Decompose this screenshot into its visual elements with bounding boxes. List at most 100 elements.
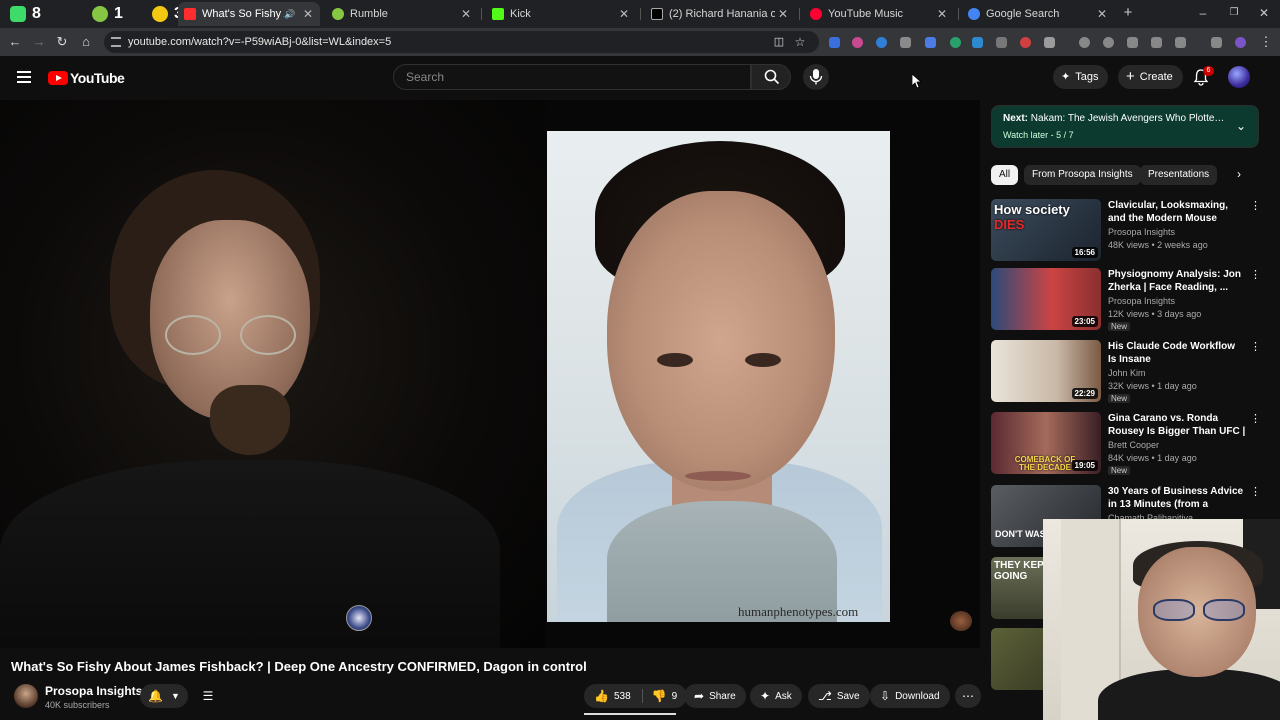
recommendation-item[interactable]: COMEBACK OF THE DECADE 19:05 Gina Carano… [991, 412, 1261, 475]
ask-label: Ask [775, 690, 792, 702]
tab-close-icon[interactable]: ✕ [616, 7, 632, 21]
tab-close-icon[interactable]: ✕ [458, 7, 474, 21]
download-button[interactable]: ⇩ Download [870, 684, 950, 708]
tab-pinned-rumble[interactable]: 1 [86, 2, 126, 26]
account-avatar[interactable] [1228, 66, 1250, 88]
tab-rumble[interactable]: Rumble ✕ [326, 2, 478, 26]
more-vertical-icon[interactable]: ⋮ [1250, 268, 1261, 281]
reload-icon[interactable]: ↻ [54, 34, 70, 50]
kick-favicon-icon [492, 8, 504, 20]
downloads-icon[interactable] [1211, 37, 1222, 48]
recommendation-item[interactable]: 23:05 Physiognomy Analysis: Jon Zherka |… [991, 268, 1261, 331]
menu-icon[interactable] [17, 71, 31, 83]
search-button[interactable] [751, 64, 791, 90]
share-button[interactable]: ➦ Share [684, 684, 746, 708]
tab-close-icon[interactable]: ✕ [1094, 7, 1110, 21]
tab-youtube-music[interactable]: YouTube Music ✕ [804, 2, 954, 26]
more-vertical-icon[interactable]: ⋮ [1250, 340, 1261, 353]
install-app-icon[interactable]: ◫ [771, 34, 787, 50]
more-vertical-icon[interactable]: ⋮ [1250, 485, 1261, 498]
more-vertical-icon[interactable]: ⋮ [1250, 412, 1261, 425]
chevron-right-icon[interactable]: › [1237, 167, 1241, 181]
extension-icon[interactable] [1103, 37, 1114, 48]
window-close-icon[interactable]: ✕ [1256, 6, 1272, 20]
site-info-icon[interactable] [111, 37, 121, 47]
profile-icon[interactable] [1235, 37, 1246, 48]
video-frame-guest-camera [0, 100, 545, 648]
reading-list-icon[interactable] [1151, 37, 1162, 48]
chip-from-channel[interactable]: From Prosopa Insights [1024, 165, 1141, 185]
recommendation-item[interactable]: 22:29 His Claude Code Workflow Is Insane… [991, 340, 1261, 403]
tab-google-search[interactable]: Google Search ✕ [962, 2, 1114, 26]
address-bar[interactable]: youtube.com/watch?v=-P59wiABj-0&list=WL&… [104, 31, 819, 53]
tags-button[interactable]: ✦ Tags [1053, 65, 1109, 89]
thumbs-down-icon[interactable]: 👎 [652, 690, 667, 702]
recommendation-item[interactable]: How society DIES 16:56 Clavicular, Looks… [991, 199, 1261, 261]
like-button[interactable]: 👍 538 👎 9 [584, 684, 688, 708]
restore-icon[interactable]: ❐ [1226, 7, 1242, 18]
create-button[interactable]: + Create [1118, 65, 1183, 89]
bookmark-icon: ⎇ [818, 689, 832, 703]
youtube-masthead: YouTube Search ✦ Tags + Create 6 [0, 56, 1280, 100]
tab-pinned-kick[interactable]: 8 [4, 2, 54, 26]
save-button[interactable]: ⎇ Save [808, 684, 870, 708]
tab-x-twitter[interactable]: (2) Richard Hanania on X: "Fishback ✕ [645, 2, 795, 26]
video-thumbnail[interactable]: 23:05 [991, 268, 1101, 330]
chrome-menu-icon[interactable]: ⋮ [1258, 34, 1274, 50]
speaker-icon[interactable]: 🔊 [284, 9, 296, 20]
search-input[interactable]: Search [393, 64, 751, 90]
youtube-logo[interactable]: YouTube [48, 70, 125, 86]
tab-close-icon[interactable]: ✕ [934, 7, 950, 21]
extension-icon[interactable] [900, 37, 911, 48]
minimize-icon[interactable]: – [1195, 6, 1211, 20]
tab-title: What's So Fishy About J [202, 8, 284, 20]
bookmark-star-icon[interactable]: ☆ [792, 34, 808, 50]
extension-icon[interactable] [876, 37, 887, 48]
history-icon[interactable] [1079, 37, 1090, 48]
chevron-down-icon[interactable]: ⌄ [1236, 119, 1246, 133]
extension-icon[interactable] [972, 37, 983, 48]
beard-shape [210, 385, 290, 455]
side-panel-icon[interactable] [1175, 37, 1186, 48]
chip-presentations[interactable]: Presentations [1140, 165, 1218, 185]
channel-name[interactable]: Prosopa Insights [45, 684, 142, 698]
extension-icon[interactable] [996, 37, 1007, 48]
back-icon[interactable]: ← [7, 34, 23, 50]
extensions-puzzle-icon[interactable] [1044, 37, 1055, 48]
more-horizontal-icon: ⋯ [962, 689, 974, 703]
recommendation-title: Gina Carano vs. Ronda Rousey Is Bigger T… [1108, 413, 1246, 437]
new-tab-icon[interactable]: + [1120, 4, 1136, 21]
tab-close-icon[interactable]: ✕ [300, 7, 316, 21]
ask-button[interactable]: ✦ Ask [750, 684, 802, 708]
playlist-position: Watch later - 5 / 7 [1003, 130, 1074, 140]
dislike-count: 9 [671, 690, 678, 702]
video-player[interactable] [0, 100, 980, 648]
extension-icon[interactable] [829, 37, 840, 48]
more-actions-button[interactable]: ⋯ [955, 684, 981, 708]
tab-title: (2) Richard Hanania on X: "Fishback [669, 8, 775, 20]
home-icon[interactable]: ⌂ [78, 34, 94, 50]
more-vertical-icon[interactable]: ⋮ [1250, 199, 1261, 212]
tab-close-icon[interactable]: ✕ [775, 7, 791, 21]
video-thumbnail[interactable]: COMEBACK OF THE DECADE 19:05 [991, 412, 1101, 474]
video-thumbnail[interactable]: 22:29 [991, 340, 1101, 402]
extension-icon[interactable] [852, 37, 863, 48]
thumb-text-red: DIES [994, 217, 1025, 232]
devtools-icon[interactable] [1127, 37, 1138, 48]
playlist-panel[interactable]: Next: Nakam: The Jewish Avengers Who Plo… [991, 105, 1259, 148]
extension-icon[interactable] [1020, 37, 1031, 48]
forward-icon[interactable]: → [31, 34, 47, 50]
extension-icon[interactable] [950, 37, 961, 48]
subscriber-count: 40K subscribers [45, 700, 110, 710]
subscribed-button[interactable]: 🔔 ▼ [140, 684, 188, 708]
tab-kick[interactable]: Kick ✕ [486, 2, 636, 26]
add-to-queue-button[interactable]: ☰ [196, 684, 220, 708]
chip-all[interactable]: All [991, 165, 1019, 185]
tab-youtube-video[interactable]: What's So Fishy About J 🔊 ✕ [178, 2, 320, 26]
channel-avatar[interactable] [14, 684, 38, 708]
video-thumbnail[interactable]: How society DIES 16:56 [991, 199, 1101, 261]
tab-title: Rumble [350, 8, 388, 20]
channel-watermark-icon[interactable] [950, 611, 972, 631]
voice-search-button[interactable] [803, 64, 829, 90]
extension-icon[interactable] [925, 37, 936, 48]
